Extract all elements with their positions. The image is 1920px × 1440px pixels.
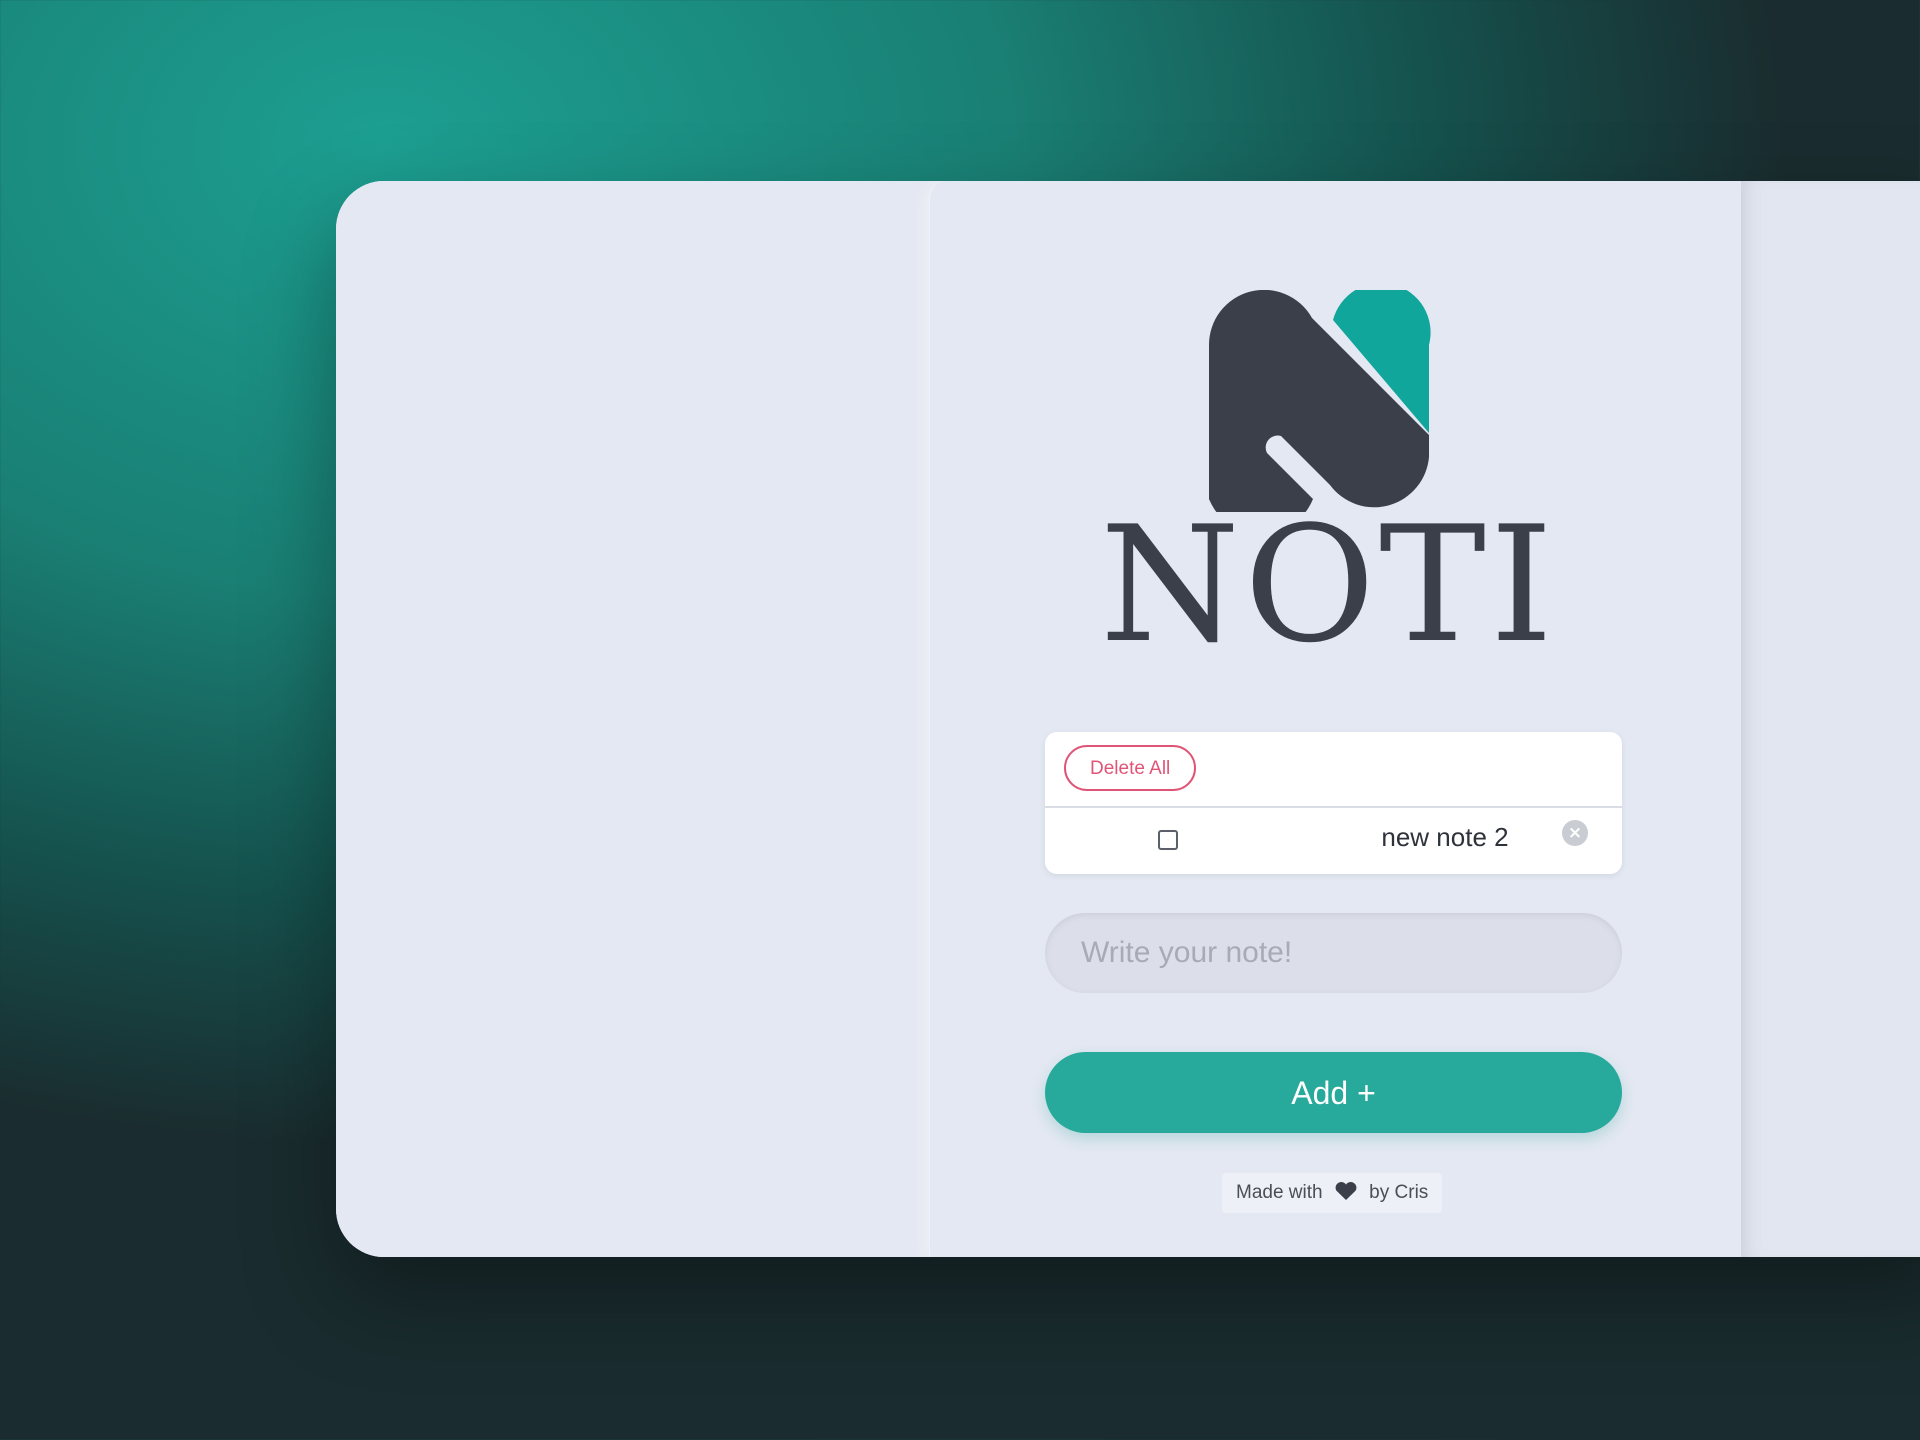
notes-toolbar: Delete All (1045, 732, 1622, 808)
delete-all-button[interactable]: Delete All (1064, 745, 1197, 791)
note-checkbox[interactable] (1158, 830, 1178, 850)
close-icon[interactable]: × (1562, 820, 1588, 846)
notes-list-card: Delete All new note 2 × (1045, 732, 1622, 874)
add-note-button[interactable]: Add + (1045, 1052, 1622, 1133)
note-text: new note 2 (1381, 822, 1509, 852)
footer-credit: Made with by Cris (1222, 1173, 1443, 1213)
footer-suffix: by Cris (1369, 1182, 1429, 1203)
right-pane (1741, 181, 1920, 1257)
noti-wordmark: NOTI (1100, 491, 1558, 678)
heart-icon (1335, 1182, 1357, 1200)
note-list-item: new note 2 × (1045, 808, 1622, 874)
footer-prefix: Made with (1236, 1182, 1323, 1203)
noti-n-logo-icon (1209, 290, 1431, 512)
note-input[interactable] (1045, 913, 1622, 993)
left-pane (336, 181, 929, 1257)
